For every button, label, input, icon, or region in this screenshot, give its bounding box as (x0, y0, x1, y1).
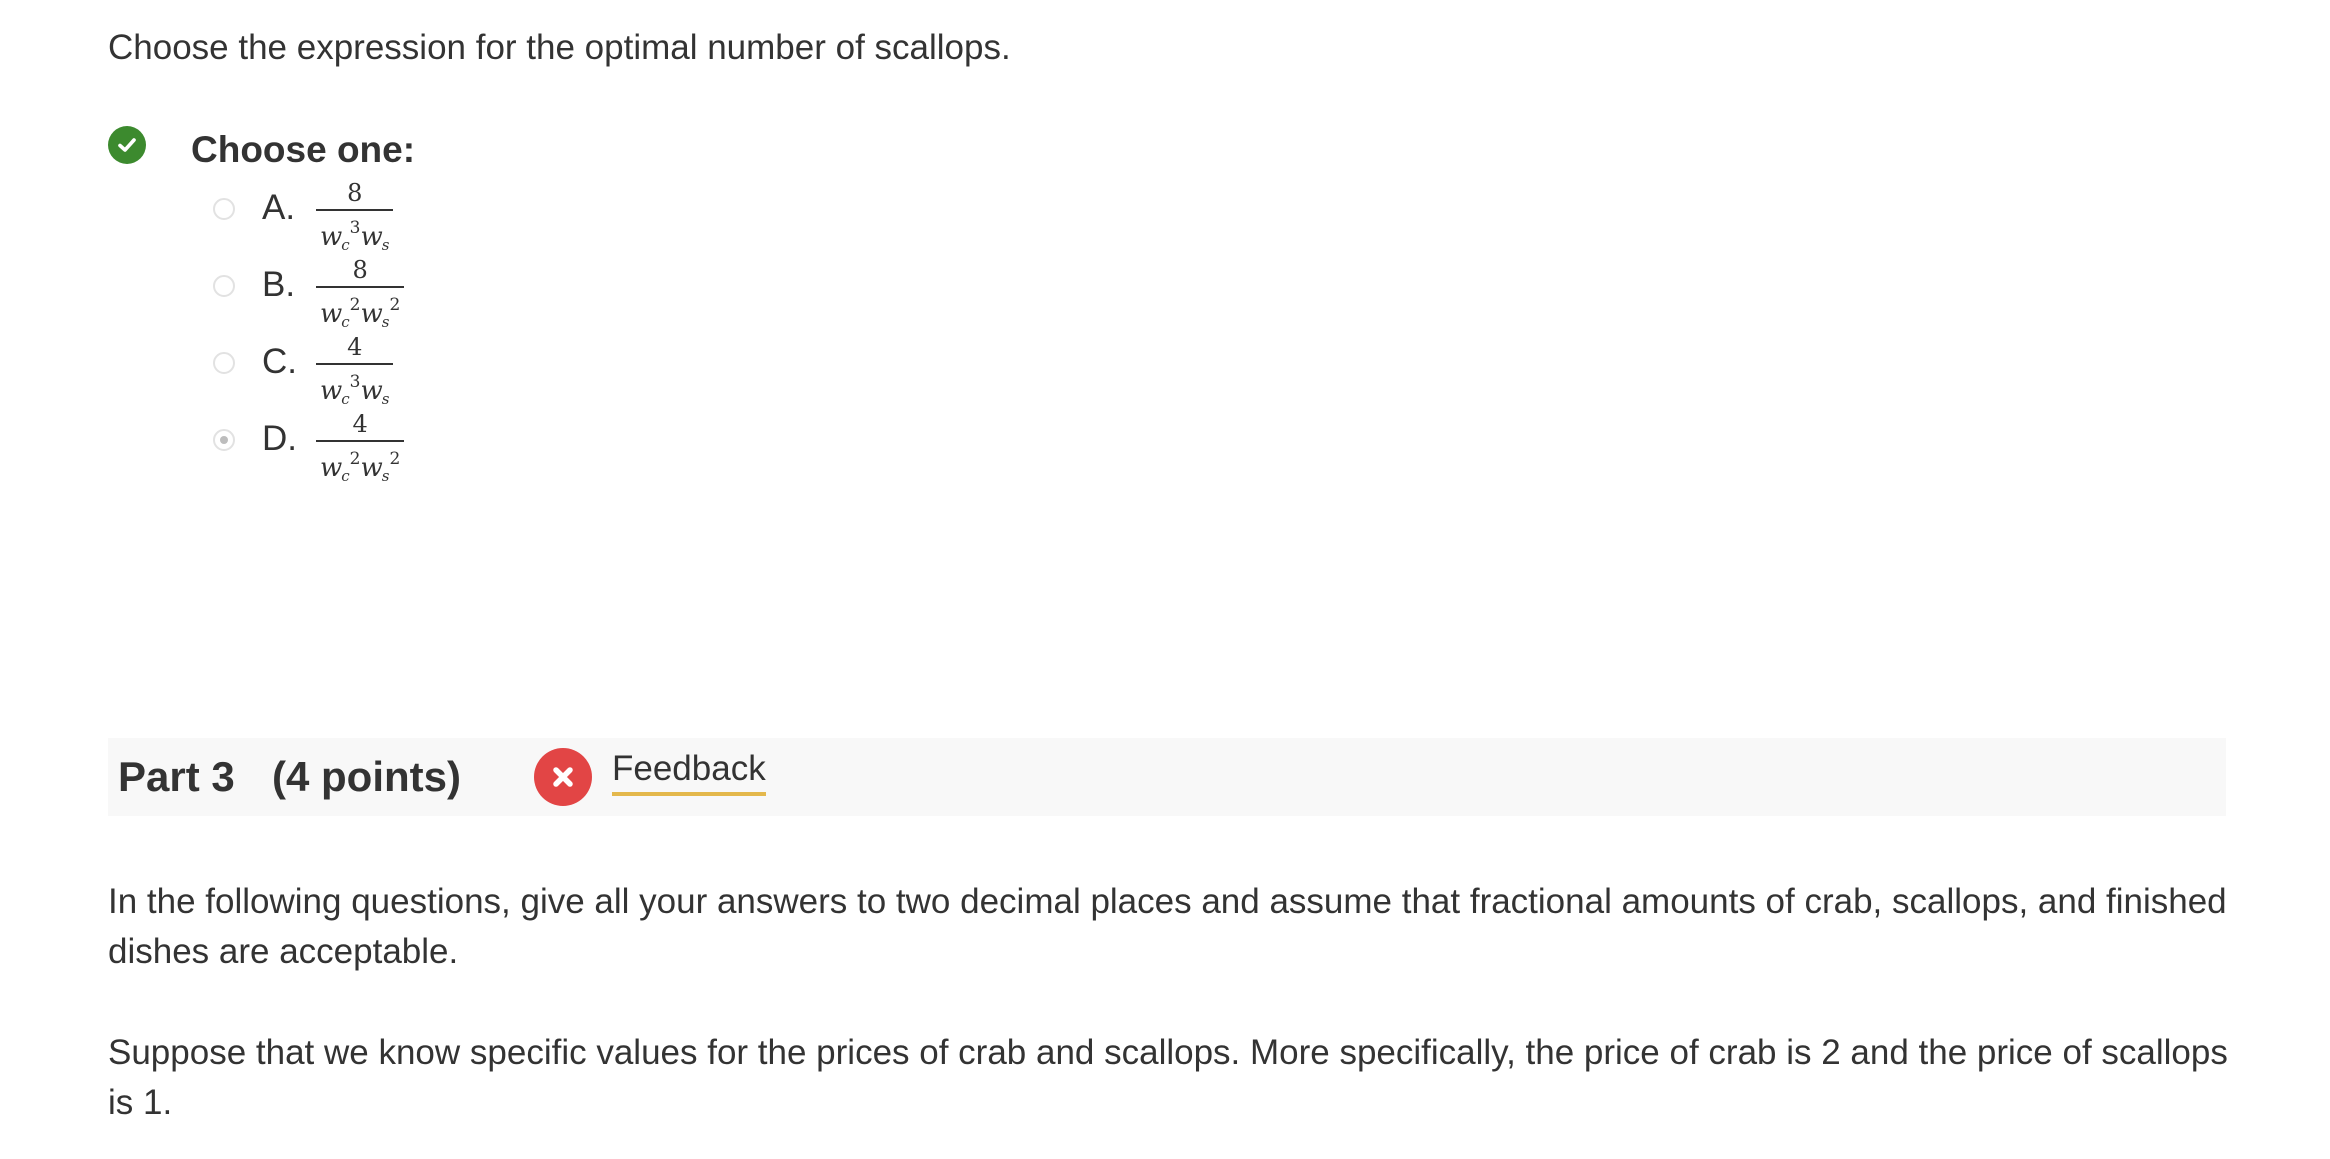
option-a[interactable]: A. 8 wc3ws (213, 180, 394, 254)
fraction-denominator: wc2ws2 (320, 449, 401, 485)
feedback-link[interactable]: Feedback (612, 746, 766, 796)
option-letter: A. (262, 188, 296, 227)
option-d[interactable]: D. 4 wc2ws2 (213, 411, 405, 485)
radio-option-d[interactable] (213, 429, 235, 451)
fraction-expression: 8 wc2ws2 (316, 256, 405, 339)
fraction-numerator: 4 (347, 333, 363, 361)
fraction-expression: 4 wc3ws (316, 333, 394, 416)
option-b[interactable]: B. 8 wc2ws2 (213, 257, 405, 331)
fraction-denominator: wc3ws (320, 372, 390, 408)
option-letter: C. (262, 342, 297, 381)
choose-one-label: Choose one: (191, 129, 416, 170)
option-letter: D. (262, 419, 297, 458)
fraction-numerator: 8 (352, 256, 368, 284)
radio-option-a[interactable] (213, 198, 235, 220)
option-letter: B. (262, 265, 296, 304)
fraction-numerator: 4 (352, 410, 368, 438)
part-header: Part 3 (4 points) Feedback (108, 738, 2226, 816)
radio-option-c[interactable] (213, 352, 235, 374)
radio-option-b[interactable] (213, 275, 235, 297)
fraction-numerator: 8 (347, 179, 363, 207)
incorrect-x-icon (534, 748, 592, 806)
prices-paragraph: Suppose that we know specific values for… (108, 1033, 2228, 1122)
fraction-expression: 8 wc3ws (316, 179, 394, 262)
option-c[interactable]: C. 4 wc3ws (213, 334, 394, 408)
part-title: Part 3 (118, 753, 235, 800)
fraction-denominator: wc3ws (320, 218, 390, 254)
fraction-expression: 4 wc2ws2 (316, 410, 405, 493)
part-points: (4 points) (272, 753, 461, 800)
instructions-paragraph: In the following questions, give all you… (108, 882, 2227, 971)
question-text: Choose the expression for the optimal nu… (108, 28, 1011, 67)
fraction-denominator: wc2ws2 (320, 295, 401, 331)
correct-check-icon (108, 126, 146, 164)
